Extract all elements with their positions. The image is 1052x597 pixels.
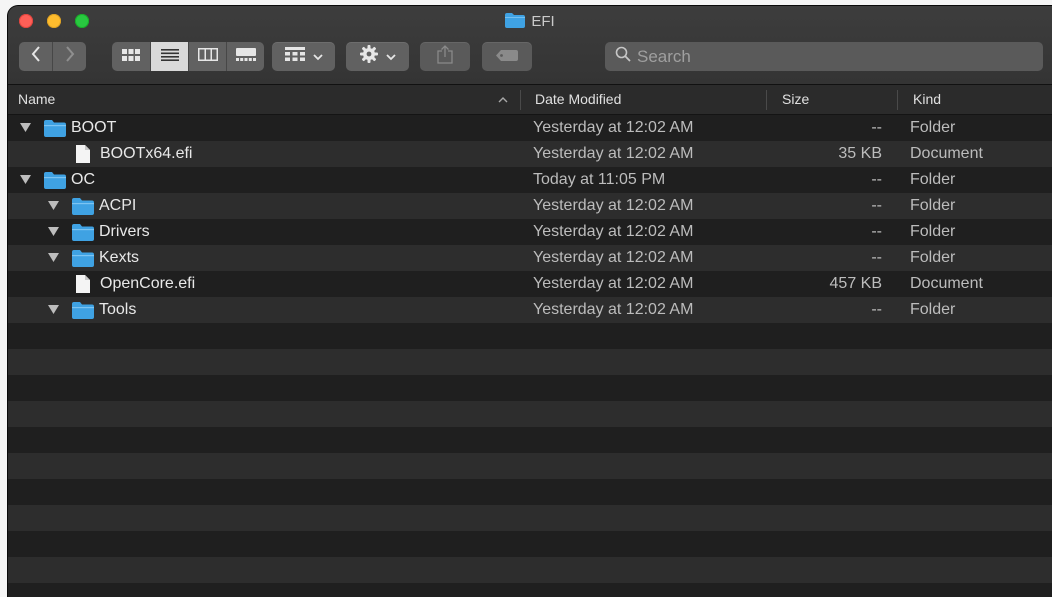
empty-row [8,557,1052,583]
chevron-down-icon [385,48,396,66]
action-menu-button[interactable] [346,42,409,71]
forward-button[interactable] [53,42,86,71]
file-name: Tools [99,301,137,318]
disclosure-triangle-icon[interactable] [20,115,31,143]
tag-icon [496,48,518,66]
disclosure-triangle-icon[interactable] [48,297,59,325]
search-input[interactable] [637,46,1027,67]
column-view-icon [197,47,218,66]
file-date-modified: Yesterday at 12:02 AM [533,249,694,266]
file-date-modified: Yesterday at 12:02 AM [533,197,694,214]
empty-row [8,323,1052,349]
share-icon [437,44,453,69]
column-size-header[interactable]: Size [782,85,809,114]
file-size: -- [871,197,882,214]
list-item[interactable]: Drivers Yesterday at 12:02 AM -- Folder [8,219,1052,245]
file-list: BOOT Yesterday at 12:02 AM -- Folder BOOTx64… [8,115,1052,597]
chevron-left-icon [31,46,41,67]
share-button[interactable] [420,42,470,71]
file-size: 35 KB [838,145,882,162]
column-date-header[interactable]: Date Modified [535,85,621,114]
file-kind: Folder [910,119,956,136]
empty-row [8,583,1052,597]
column-divider[interactable] [897,90,898,110]
view-mode-segment [112,42,264,71]
column-divider[interactable] [766,90,767,110]
empty-row [8,401,1052,427]
column-header: Name Date Modified Size Kind [8,85,1052,115]
file-kind: Folder [910,249,956,266]
window-title: EFI [8,12,1052,32]
chevron-down-icon [312,48,323,66]
list-item[interactable]: OpenCore.efi Yesterday at 12:02 AM 457 KB D… [8,271,1052,297]
column-divider[interactable] [520,90,521,110]
file-kind: Folder [910,223,956,240]
finder-window: EFI Search Name Date Modified Size Kind … [8,6,1052,597]
gallery-view-icon [235,47,256,66]
file-kind: Folder [910,301,956,318]
empty-row [8,427,1052,453]
disclosure-triangle-icon[interactable] [48,193,59,221]
list-item[interactable]: Tools Yesterday at 12:02 AM -- Folder [8,297,1052,323]
disclosure-triangle-icon[interactable] [48,245,59,273]
file-name: BOOT [71,119,117,136]
file-name: OC [71,171,95,188]
file-kind: Folder [910,171,956,188]
file-name: BOOTx64.efi [100,145,193,162]
file-kind: Folder [910,197,956,214]
gear-icon [359,45,378,68]
file-date-modified: Today at 11:05 PM [533,171,666,188]
file-kind: Document [910,275,983,292]
empty-row [8,349,1052,375]
file-name: Kexts [99,249,140,266]
empty-row [8,531,1052,557]
back-button[interactable] [19,42,53,71]
empty-row [8,453,1052,479]
file-size: -- [871,223,882,240]
group-by-button[interactable] [272,42,335,71]
file-date-modified: Yesterday at 12:02 AM [533,145,694,162]
file-date-modified: Yesterday at 12:02 AM [533,119,694,136]
column-kind-header[interactable]: Kind [913,85,941,114]
file-size: 457 KB [829,275,882,292]
column-view-button[interactable] [189,42,227,71]
file-date-modified: Yesterday at 12:02 AM [533,301,694,318]
empty-row [8,479,1052,505]
file-name: ACPI [99,197,137,214]
file-size: -- [871,301,882,318]
window-title-text: EFI [531,13,555,30]
empty-row [8,505,1052,531]
list-item[interactable]: ACPI Yesterday at 12:02 AM -- Folder [8,193,1052,219]
list-item[interactable]: BOOTx64.efi Yesterday at 12:02 AM 35 KB Doc… [8,141,1052,167]
gallery-view-button[interactable] [227,42,264,71]
file-kind: Document [910,145,983,162]
file-size: -- [871,249,882,266]
list-view-icon [160,48,179,66]
chevron-right-icon [65,46,75,67]
list-item[interactable]: OC Today at 11:05 PM -- Folder [8,167,1052,193]
empty-row [8,375,1052,401]
file-name: Drivers [99,223,150,240]
disclosure-triangle-icon[interactable] [48,219,59,247]
list-item[interactable]: BOOT Yesterday at 12:02 AM -- Folder [8,115,1052,141]
file-date-modified: Yesterday at 12:02 AM [533,275,694,292]
list-view-button[interactable] [151,42,189,71]
search-icon [615,46,631,67]
navigation-segment [19,42,86,71]
disclosure-triangle-icon[interactable] [20,167,31,195]
title-bar: EFI [8,6,1052,85]
file-date-modified: Yesterday at 12:02 AM [533,223,694,240]
icon-view-icon [122,48,140,66]
group-by-icon [284,47,305,66]
file-size: -- [871,171,882,188]
file-name: OpenCore.efi [100,275,196,292]
column-name-header[interactable]: Name [18,85,55,114]
sort-ascending-icon [498,85,508,114]
search-field[interactable] [605,42,1043,71]
file-size: -- [871,119,882,136]
folder-icon [505,13,526,34]
icon-view-button[interactable] [112,42,151,71]
tag-button[interactable] [482,42,532,71]
list-item[interactable]: Kexts Yesterday at 12:02 AM -- Folder [8,245,1052,271]
